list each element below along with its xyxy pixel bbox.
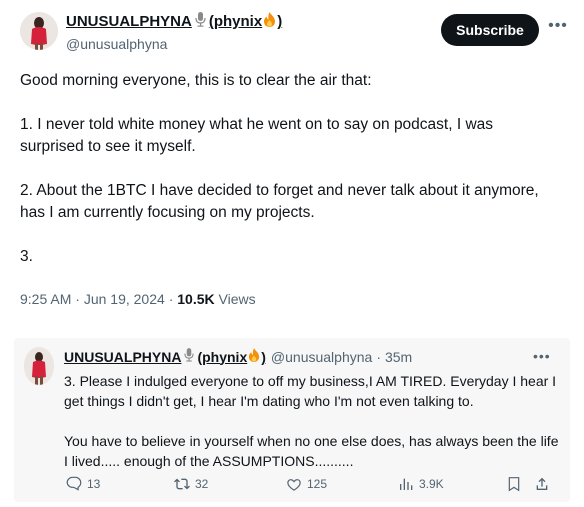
separator-dot: · [168, 291, 174, 307]
tweet-paragraph: 2. About the 1BTC I have decided to forg… [20, 182, 539, 221]
action-bar: 13 32 125 3.9K [14, 476, 570, 496]
reply-count: 13 [87, 477, 101, 491]
like-icon [287, 479, 301, 491]
microphone-icon [184, 348, 195, 365]
like-button[interactable]: 125 [286, 476, 327, 492]
quoted-text: 3. Please I indulged everyone to off my … [64, 371, 564, 471]
quoted-paragraph: 3. Please I indulged everyone to off my … [64, 373, 557, 409]
views-count: 10.5K [177, 291, 215, 307]
microphone-icon [195, 12, 206, 31]
avatar[interactable] [20, 12, 58, 50]
separator-dot: · [75, 291, 80, 307]
name-suffix-close: ) [261, 348, 266, 365]
quoted-paragraph: You have to believe in yourself when no … [64, 433, 559, 469]
more-icon[interactable]: ••• [533, 348, 551, 364]
tweet-time[interactable]: 35m [385, 349, 412, 365]
repost-button[interactable]: 32 [174, 476, 208, 492]
author-name[interactable]: UNUSUALPHYNA (phynix ) [66, 12, 282, 31]
fire-icon [248, 348, 260, 365]
repost-count: 32 [195, 477, 209, 491]
bookmark-button[interactable] [506, 476, 522, 492]
tweet-date[interactable]: Jun 19, 2024 [84, 291, 165, 307]
views-count: 3.9K [419, 477, 444, 491]
tweet-paragraph: Good morning everyone, this is to clear … [20, 72, 372, 89]
display-name[interactable]: UNUSUALPHYNA [66, 13, 192, 30]
views-icon [400, 478, 413, 490]
tweet-paragraph: 1. I never told white money what he went… [20, 116, 494, 155]
main-tweet: UNUSUALPHYNA (phynix ) @unusualphyna Sub… [0, 0, 584, 330]
tweet-paragraph: 3. [20, 248, 33, 265]
quoted-tweet[interactable]: UNUSUALPHYNA (phynix ) @unusualphyna · 3… [14, 338, 570, 502]
subscribe-button[interactable]: Subscribe [441, 14, 539, 46]
views-label: Views [218, 291, 256, 307]
name-suffix-open: (phynix [208, 13, 263, 30]
views-button[interactable]: 3.9K [398, 476, 444, 492]
reply-icon [66, 476, 82, 491]
like-count: 125 [307, 477, 328, 491]
handle[interactable]: @unusualphyna [271, 349, 372, 365]
avatar[interactable] [24, 347, 54, 385]
name-suffix-close: ) [277, 13, 283, 30]
repost-icon [174, 478, 190, 490]
tweet-time[interactable]: 9:25 AM [20, 291, 71, 307]
tweet-meta: 9:25 AM · Jun 19, 2024 · 10.5K Views [20, 291, 256, 307]
tweet-text: Good morning everyone, this is to clear … [20, 70, 560, 268]
handle[interactable]: @unusualphyna [66, 36, 167, 52]
share-button[interactable] [534, 476, 550, 492]
display-name[interactable]: UNUSUALPHYNA [64, 349, 181, 365]
name-suffix-open: (phynix [197, 348, 248, 365]
fire-icon [263, 12, 276, 31]
bookmark-icon [508, 477, 520, 492]
reply-button[interactable]: 13 [66, 476, 100, 492]
share-icon [536, 477, 548, 490]
quoted-author[interactable]: UNUSUALPHYNA (phynix ) @unusualphyna · 3… [64, 348, 412, 365]
separator-dot: · [376, 348, 381, 365]
more-icon[interactable]: ••• [548, 18, 568, 38]
